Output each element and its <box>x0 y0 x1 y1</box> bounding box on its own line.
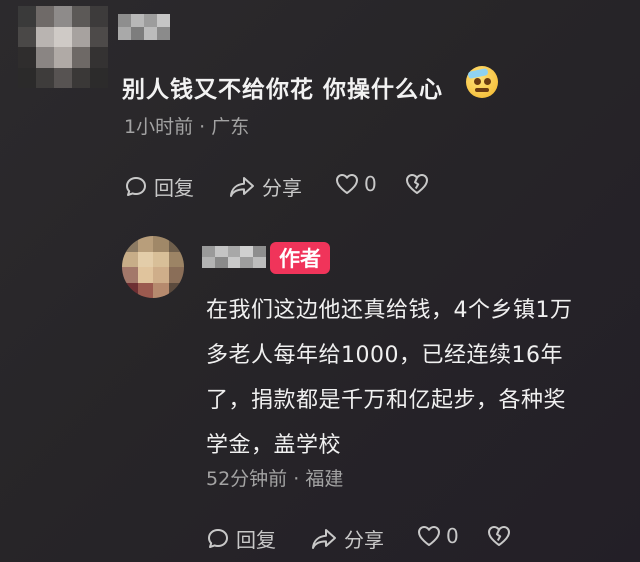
reply-time: 52分钟前 <box>206 468 288 490</box>
reply-button[interactable]: 回复 <box>206 524 276 553</box>
meta-separator: · <box>293 468 300 490</box>
like-button[interactable]: 0 <box>416 524 459 548</box>
reply-meta: 52分钟前 · 福建 <box>206 464 343 491</box>
author-name[interactable] <box>202 246 266 268</box>
like-count: 0 <box>364 172 377 196</box>
share-button[interactable]: 分享 <box>228 172 302 201</box>
share-button[interactable]: 分享 <box>310 524 384 553</box>
author-badge: 作者 <box>270 242 330 274</box>
comment-meta: 1小时前 · 广东 <box>124 112 249 139</box>
broken-heart-icon <box>488 526 510 546</box>
like-count: 0 <box>446 524 459 548</box>
dislike-button[interactable] <box>486 524 512 548</box>
heart-icon <box>336 174 358 194</box>
reply-text-line-3: 了，捐款都是千万和亿起步，各种奖 <box>206 388 567 413</box>
share-arrow-icon <box>312 528 336 549</box>
author-avatar[interactable] <box>122 236 184 298</box>
comment-location: 广东 <box>211 116 250 138</box>
comment-text: 别人钱又不给你花 你操什么心 <box>122 77 444 103</box>
commenter-name[interactable] <box>118 14 170 40</box>
commenter-avatar[interactable] <box>18 6 108 88</box>
share-arrow-icon <box>230 176 254 197</box>
broken-heart-icon <box>406 174 428 194</box>
reply-text-line-1: 在我们这边他还真给钱，4个乡镇1万 <box>206 298 573 323</box>
reply-text-line-2: 多老人每年给1000，已经连续16年 <box>206 343 563 368</box>
sweating-face-icon <box>466 66 498 98</box>
share-label: 分享 <box>344 528 384 552</box>
meta-separator: · <box>199 116 206 138</box>
reply-button[interactable]: 回复 <box>124 172 194 201</box>
share-label: 分享 <box>262 176 302 200</box>
heart-icon <box>418 526 440 546</box>
dislike-button[interactable] <box>404 172 430 196</box>
reply-text-line-4: 学金，盖学校 <box>206 433 342 458</box>
reply-label: 回复 <box>236 528 276 552</box>
like-button[interactable]: 0 <box>334 172 377 196</box>
reply-label: 回复 <box>154 176 194 200</box>
speech-bubble-icon <box>126 176 146 196</box>
speech-bubble-icon <box>208 528 228 548</box>
comment-time: 1小时前 <box>124 116 194 138</box>
reply-location: 福建 <box>305 468 344 490</box>
